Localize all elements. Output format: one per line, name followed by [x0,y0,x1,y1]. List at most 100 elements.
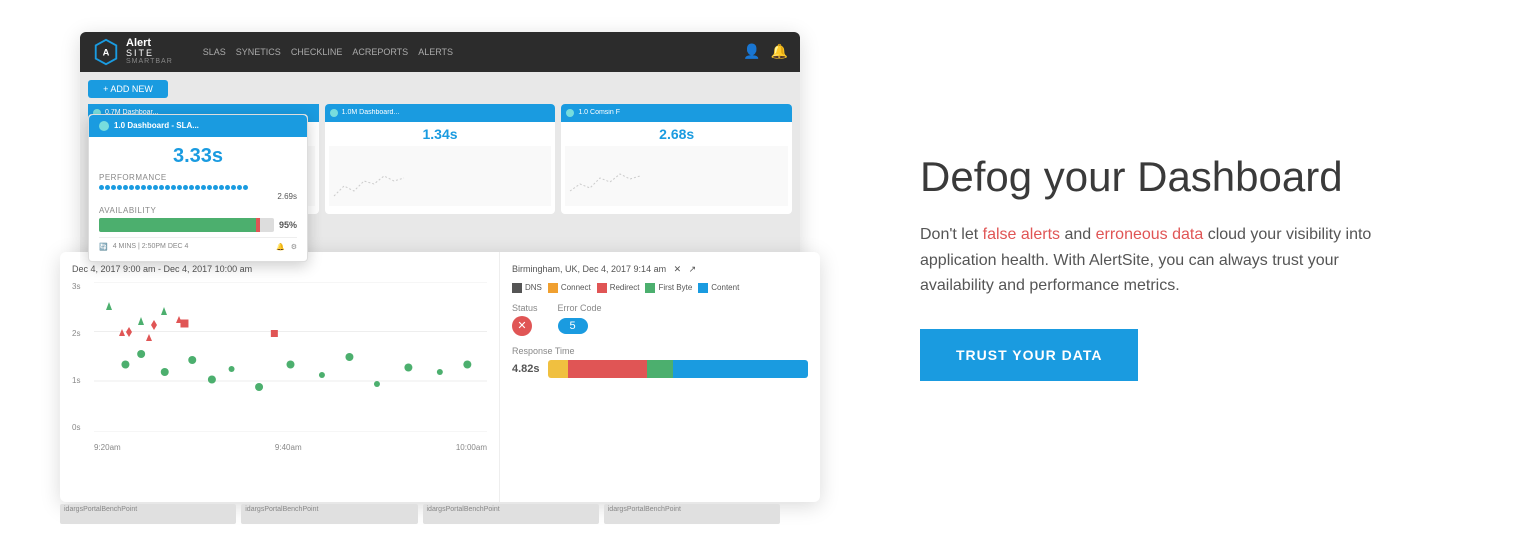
popup-refresh-icon: 🔄 [99,243,108,251]
popup-value: 3.33s [99,145,297,168]
card-dot-3 [566,109,574,117]
x-label-1000: 10:00am [456,443,487,452]
card-header-2: 1.0M Dashboard... [325,104,556,122]
card-chart-2 [329,146,552,206]
chart-right-title: Birmingham, UK, Dec 4, 2017 9:14 am ✕ ↗ [512,264,808,275]
popup-card: 1.0 Dashboard - SLA... 3.33s PERFORMANCE [88,114,308,262]
response-time-label: Response Time [512,346,808,356]
popup-dot [99,121,109,131]
error-code-value: 5 [558,318,588,334]
trust-your-data-button[interactable]: TRUST YOUR DATA [920,329,1138,381]
chart-left: Dec 4, 2017 9:00 am - Dec 4, 2017 10:00 … [60,252,500,502]
popup-footer: 🔄 4 MINS | 2:50PM DEC 4 🔔 ⚙ [99,237,297,251]
svg-text:A: A [103,47,110,57]
legend-content: Content [698,283,739,293]
popup-avail-label: AVAILABILITY [99,206,297,215]
content-color [698,283,708,293]
add-new-button[interactable]: + ADD NEW [88,80,168,98]
redirect-color [597,283,607,293]
y-label-0s: 0s [72,423,92,432]
legend-firstbyte: First Byte [645,283,692,293]
bell-icon: 🔔 [771,43,788,60]
perf-value: 2.69s [99,192,297,201]
logo-hex-icon: A [92,38,120,66]
avail-percent: 95% [279,220,297,230]
footer-strip: idargsPortalBenchPoint idargsPortalBench… [60,504,780,524]
nav-sla: SLAs [203,47,226,57]
avail-bar [99,218,274,232]
description: Don't let false alerts and erroneous dat… [920,222,1400,299]
mockup-container: A Alert SITE SMARTBAR SLAs SYNETICS CHEC… [60,32,820,502]
connect-color [548,283,558,293]
perf-dots [99,185,297,190]
main-heading: Defog your Dashboard [920,152,1480,202]
popup-header: 1.0 Dashboard - SLA... [89,115,307,137]
wf-seg-content [673,360,808,378]
popup-perf-label: PERFORMANCE [99,173,297,182]
card-value-2: 1.34s [325,126,556,142]
popup-avail-section: AVAILABILITY 95% [99,206,297,232]
dns-label: DNS [525,283,542,292]
content-label: Content [711,283,739,292]
legend-dns: DNS [512,283,542,293]
x-label-940: 9:40am [275,443,302,452]
card-value-3: 2.68s [561,126,792,142]
logo-site-text: SITE [126,49,173,58]
avail-bar-container: 95% [99,218,297,232]
dashboard-card-3: 1.0 Comsin F 2.68s [561,104,792,214]
y-label-2s: 2s [72,329,92,338]
popup-footer-icons: 🔔 ⚙ [276,243,297,251]
highlight-false-alerts: false alerts [983,226,1060,243]
bell-small-icon: 🔔 [276,243,285,251]
dashboard-cards: 0.7M Dashboar... 3.70s 1.0 D [88,104,792,214]
chart-yaxis: 3s 2s 1s 0s [72,282,92,432]
legend-connect: Connect [548,283,591,293]
status-section: Status ✕ [512,303,538,336]
error-code-section: Error Code 5 [558,303,602,336]
page-container: A Alert SITE SMARTBAR SLAs SYNETICS CHEC… [0,2,1540,532]
popup-title: 1.0 Dashboard - SLA... [114,121,199,130]
card-title-3: 1.0 Comsin F [578,109,620,116]
status-row: Status ✕ Error Code 5 [512,303,808,336]
share-icon[interactable]: ↗ [689,264,697,274]
user-icon: 👤 [743,43,760,60]
close-icon[interactable]: ✕ [674,264,682,274]
wf-seg-dns [548,360,569,378]
error-badge: ✕ [512,316,532,336]
connect-label: Connect [561,283,591,292]
chart-left-title: Dec 4, 2017 9:00 am - Dec 4, 2017 10:00 … [72,264,487,274]
error-code-label: Error Code [558,303,602,313]
chart-plot [94,282,487,432]
dashboard-card-2: 1.0M Dashboard... 1.34s [325,104,556,214]
chart-xaxis: 9:20am 9:40am 10:00am [94,443,487,452]
y-label-3s: 3s [72,282,92,291]
text-content: Defog your Dashboard Don't let false ale… [880,152,1480,381]
topbar-icons: 👤 🔔 [743,43,788,60]
highlight-erroneous: erroneous data [1096,226,1204,243]
card-header-3: 1.0 Comsin F [561,104,792,122]
topbar-nav: SLAs SYNETICS CHECKLINE ACREPORTS ALERTS [203,47,453,57]
card-dot-2 [330,109,338,117]
topbar: A Alert SITE SMARTBAR SLAs SYNETICS CHEC… [80,32,800,72]
nav-alerts: ALERTS [418,47,453,57]
popup-footer-time: 4 MINS | 2:50PM DEC 4 [113,243,189,250]
gear-small-icon: ⚙ [291,243,297,251]
card-title-2: 1.0M Dashboard... [342,109,400,116]
response-time-value: 4.82s [512,363,540,375]
wf-seg-firstbyte [647,360,673,378]
dashboard-card-1: 0.7M Dashboar... 3.70s 1.0 D [88,104,319,214]
x-label-920: 9:20am [94,443,121,452]
avail-fill [99,218,256,232]
card-chart-3 [565,146,788,206]
y-label-1s: 1s [72,376,92,385]
chart-right: Birmingham, UK, Dec 4, 2017 9:14 am ✕ ↗ … [500,252,820,502]
logo-subtitle: SMARTBAR [126,58,173,65]
wf-seg-redirect [568,360,646,378]
legend-redirect: Redirect [597,283,640,293]
firstbyte-label: First Byte [658,283,692,292]
nav-reports: ACREPORTS [352,47,408,57]
redirect-label: Redirect [610,283,640,292]
alertsite-logo: A Alert SITE SMARTBAR [92,38,173,66]
firstbyte-color [645,283,655,293]
nav-synetics: SYNETICS [236,47,281,57]
